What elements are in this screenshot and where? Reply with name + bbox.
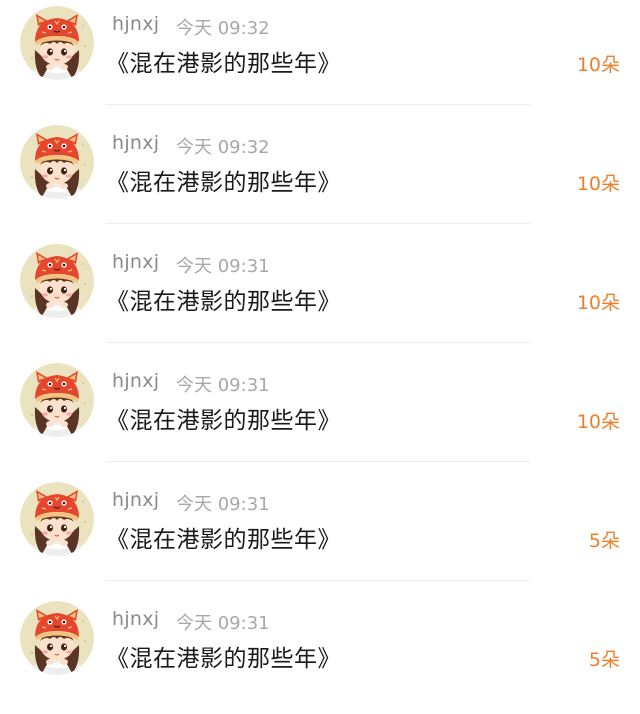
list-item[interactable]: hjnxj 今天 09:32 《混在港影的那些年》 10朵 [0, 119, 640, 238]
username[interactable]: hjnxj [112, 251, 159, 273]
avatar[interactable] [20, 6, 94, 80]
avatar-girl-tiger-hat-icon [20, 125, 94, 199]
list-item[interactable]: hjnxj 今天 09:31 《混在港影的那些年》 10朵 [0, 357, 640, 476]
book-title[interactable]: 《混在港影的那些年》 [106, 401, 341, 435]
username[interactable]: hjnxj [112, 13, 159, 35]
avatar-girl-tiger-hat-icon [20, 363, 94, 437]
divider [106, 104, 530, 105]
book-title[interactable]: 《混在港影的那些年》 [106, 44, 341, 78]
list-item[interactable]: hjnxj 今天 09:31 《混在港影的那些年》 5朵 [0, 476, 640, 595]
timestamp: 今天 09:31 [176, 494, 270, 515]
gift-amount: 10朵 [576, 54, 620, 76]
avatar[interactable] [20, 601, 94, 675]
timestamp: 今天 09:31 [176, 375, 270, 396]
book-title[interactable]: 《混在港影的那些年》 [106, 282, 341, 316]
gift-amount: 5朵 [588, 530, 620, 552]
book-title[interactable]: 《混在港影的那些年》 [106, 163, 341, 197]
divider [106, 342, 530, 343]
list-item[interactable]: hjnxj 今天 09:31 《混在港影的那些年》 10朵 [0, 238, 640, 357]
username[interactable]: hjnxj [112, 608, 159, 630]
gift-amount: 5朵 [588, 649, 620, 671]
timestamp: 今天 09:32 [176, 18, 270, 39]
avatar-girl-tiger-hat-icon [20, 482, 94, 556]
avatar[interactable] [20, 482, 94, 556]
avatar-girl-tiger-hat-icon [20, 601, 94, 675]
timestamp: 今天 09:31 [176, 256, 270, 277]
gift-amount: 10朵 [576, 173, 620, 195]
book-title[interactable]: 《混在港影的那些年》 [106, 520, 341, 554]
book-title[interactable]: 《混在港影的那些年》 [106, 639, 341, 673]
avatar[interactable] [20, 244, 94, 318]
gift-amount: 10朵 [576, 411, 620, 433]
gift-amount: 10朵 [576, 292, 620, 314]
divider [106, 223, 530, 224]
list-item[interactable]: hjnxj 今天 09:32 《混在港影的那些年》 10朵 [0, 0, 640, 119]
gift-record-list: hjnxj 今天 09:32 《混在港影的那些年》 10朵 hjnxj 今天 0… [0, 0, 640, 714]
timestamp: 今天 09:32 [176, 137, 270, 158]
divider [106, 461, 530, 462]
list-item[interactable]: hjnxj 今天 09:31 《混在港影的那些年》 5朵 [0, 595, 640, 714]
timestamp: 今天 09:31 [176, 613, 270, 634]
username[interactable]: hjnxj [112, 489, 159, 511]
username[interactable]: hjnxj [112, 370, 159, 392]
divider [106, 580, 530, 581]
avatar-girl-tiger-hat-icon [20, 244, 94, 318]
avatar[interactable] [20, 125, 94, 199]
username[interactable]: hjnxj [112, 132, 159, 154]
avatar-girl-tiger-hat-icon [20, 6, 94, 80]
avatar[interactable] [20, 363, 94, 437]
